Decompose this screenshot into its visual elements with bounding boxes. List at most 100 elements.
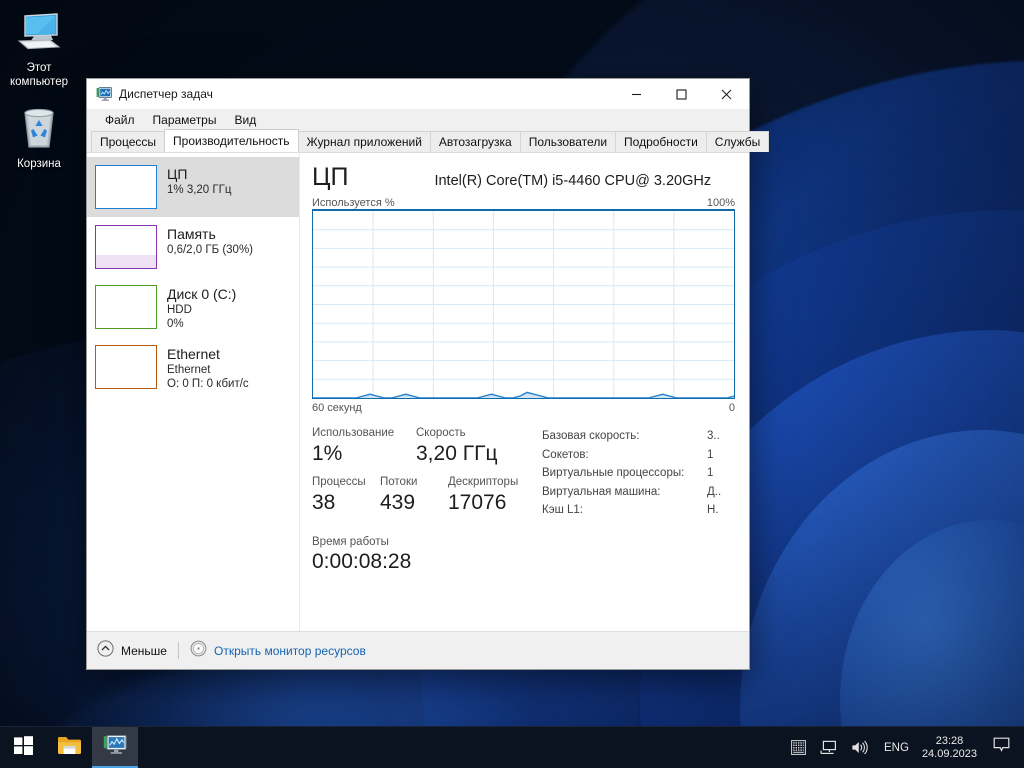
system-tray: ENG 23:28 24.09.2023 xyxy=(784,727,1024,768)
start-button[interactable] xyxy=(0,727,46,768)
window-body: ЦП 1% 3,20 ГГц Память 0,6/2,0 ГБ (30%) Д… xyxy=(87,153,749,631)
stat-handles: Дескрипторы 17076 xyxy=(448,475,538,516)
taskbar: ENG 23:28 24.09.2023 xyxy=(0,726,1024,768)
clock-time: 23:28 xyxy=(935,734,964,747)
spec-key: Виртуальная машина: xyxy=(542,485,661,498)
disk-thumbnail xyxy=(95,285,157,329)
stat-label: Потоки xyxy=(380,476,418,488)
graph-top-labels: Используется % 100% xyxy=(312,197,735,209)
sidebar-item-sub: 0,6/2,0 ГБ (30%) xyxy=(167,244,254,256)
stat-row-top: Использование 1% Скорость 3,20 ГГц xyxy=(312,426,540,467)
desktop-icon-this-computer[interactable]: Этот компьютер xyxy=(0,8,78,89)
graph-x-end-label: 0 xyxy=(728,402,735,414)
graph-y-max-label: 100% xyxy=(706,197,735,209)
sidebar-item-label: Диск 0 (C:) xyxy=(167,286,237,302)
stat-value: 38 xyxy=(312,491,336,514)
desktop: Этот компьютер Корзина Диспетчер задач Ф… xyxy=(0,0,1024,768)
spec-base-speed: Базовая скорость: 3.. xyxy=(542,427,735,446)
task-manager-window: Диспетчер задач Файл Параметры Вид Проце… xyxy=(86,78,770,670)
tab-app-history[interactable]: Журнал приложений xyxy=(297,131,431,152)
cpu-thumbnail xyxy=(95,165,157,209)
spec-value: 1 xyxy=(707,448,714,461)
tab-users[interactable]: Пользователи xyxy=(519,131,617,152)
close-button[interactable] xyxy=(704,79,749,109)
sidebar-item-ethernet[interactable]: Ethernet Ethernet О: 0 П: 0 кбит/с xyxy=(87,337,299,397)
sidebar-item-sub: Ethernet xyxy=(167,364,211,376)
desktop-icon-label: Корзина xyxy=(17,158,61,170)
tab-startup[interactable]: Автозагрузка xyxy=(429,131,521,152)
spec-virtual-machine: Виртуальная машина: Д.. xyxy=(542,483,735,502)
uptime-value: 0:00:08:28 xyxy=(312,549,412,573)
stat-label: Дескрипторы xyxy=(448,476,519,488)
tab-services[interactable]: Службы xyxy=(705,131,770,152)
task-manager-icon xyxy=(103,734,128,762)
open-resource-monitor-label: Открыть монитор ресурсов xyxy=(213,643,366,658)
fewer-details-label: Меньше xyxy=(121,643,167,658)
uptime-label: Время работы xyxy=(312,535,389,548)
stat-threads: Потоки 439 xyxy=(380,475,448,516)
title-bar[interactable]: Диспетчер задач xyxy=(87,79,749,109)
performance-detail-panel: ЦП Intel(R) Core(TM) i5-4460 CPU@ 3.20GH… xyxy=(300,153,749,631)
detail-header: ЦП Intel(R) Core(TM) i5-4460 CPU@ 3.20GH… xyxy=(312,163,735,191)
menu-bar: Файл Параметры Вид xyxy=(87,109,749,131)
stat-value: 3,20 ГГц xyxy=(416,442,498,465)
network-icon[interactable] xyxy=(813,727,844,768)
stat-speed: Скорость 3,20 ГГц xyxy=(416,426,526,467)
graph-bottom-labels: 60 секунд 0 xyxy=(312,402,735,414)
wallpaper-layer xyxy=(740,430,1024,768)
sidebar-item-label: Ethernet xyxy=(167,346,220,362)
spec-virtual-processors: Виртуальные процессоры: 1 xyxy=(542,464,735,483)
cpu-graph-svg xyxy=(313,211,734,398)
sidebar-item-sub2: О: 0 П: 0 кбит/с xyxy=(167,378,249,390)
notification-center-button[interactable] xyxy=(985,727,1020,768)
statistics-area: Использование 1% Скорость 3,20 ГГц Проце… xyxy=(312,426,735,520)
clock[interactable]: 23:28 24.09.2023 xyxy=(918,735,985,761)
menu-item-file[interactable]: Файл xyxy=(97,111,143,129)
stat-label: Использование xyxy=(312,427,395,439)
footer-bar: Меньше Открыть монитор ресурсов xyxy=(87,631,749,669)
memory-thumbnail xyxy=(95,225,157,269)
fewer-details-button[interactable]: Меньше xyxy=(97,639,167,662)
notification-bubble-icon xyxy=(993,737,1010,758)
menu-item-view[interactable]: Вид xyxy=(226,111,264,129)
desktop-icon-recycle-bin[interactable]: Корзина xyxy=(0,104,78,171)
tab-performance[interactable]: Производительность xyxy=(164,129,299,152)
tab-processes[interactable]: Процессы xyxy=(91,131,166,152)
clock-date: 24.09.2023 xyxy=(921,747,977,760)
sidebar-item-sub2: 0% xyxy=(167,318,184,330)
keyboard-layout-icon[interactable] xyxy=(784,727,813,768)
menu-item-options[interactable]: Параметры xyxy=(145,111,225,129)
spec-l1-cache: Кэш L1: Н. xyxy=(542,501,735,520)
cpu-model-label: Intel(R) Core(TM) i5-4460 CPU@ 3.20GHz xyxy=(434,173,712,189)
maximize-button[interactable] xyxy=(659,79,704,109)
statistics-primary: Использование 1% Скорость 3,20 ГГц Проце… xyxy=(312,426,540,520)
spec-key: Сокетов: xyxy=(542,448,589,461)
sidebar-item-memory[interactable]: Память 0,6/2,0 ГБ (30%) xyxy=(87,217,299,277)
task-manager-taskbar-button[interactable] xyxy=(92,726,138,768)
footer-divider xyxy=(177,642,179,659)
sidebar-item-sub: 1% 3,20 ГГц xyxy=(167,184,232,196)
volume-icon[interactable] xyxy=(844,727,875,768)
window-title: Диспетчер задач xyxy=(119,87,213,101)
stat-row-bottom: Процессы 38 Потоки 439 Дескрипторы 17076 xyxy=(312,475,540,516)
open-resource-monitor-link[interactable]: Открыть монитор ресурсов xyxy=(190,640,366,662)
spec-key: Базовая скорость: xyxy=(542,430,640,442)
stat-value: 1% xyxy=(312,442,343,465)
resource-monitor-icon xyxy=(190,640,207,662)
computer-icon xyxy=(0,8,78,58)
language-indicator[interactable]: ENG xyxy=(875,742,918,754)
file-explorer-button[interactable] xyxy=(46,727,92,768)
sidebar-item-disk[interactable]: Диск 0 (C:) HDD 0% xyxy=(87,277,299,337)
resource-list: ЦП 1% 3,20 ГГц Память 0,6/2,0 ГБ (30%) Д… xyxy=(87,153,300,631)
spec-key: Кэш L1: xyxy=(542,504,583,517)
window-controls xyxy=(614,79,749,109)
stat-processes: Процессы 38 xyxy=(312,475,380,516)
stat-value: 17076 xyxy=(448,491,507,514)
spec-key: Виртуальные процессоры: xyxy=(542,467,685,480)
stat-label: Процессы xyxy=(312,476,366,488)
specifications-list: Базовая скорость: 3.. Сокетов: 1 Виртуал… xyxy=(540,426,735,520)
sidebar-item-cpu[interactable]: ЦП 1% 3,20 ГГц xyxy=(87,157,299,217)
stat-utilization: Использование 1% xyxy=(312,426,416,467)
minimize-button[interactable] xyxy=(614,79,659,109)
tab-details[interactable]: Подробности xyxy=(615,131,707,152)
